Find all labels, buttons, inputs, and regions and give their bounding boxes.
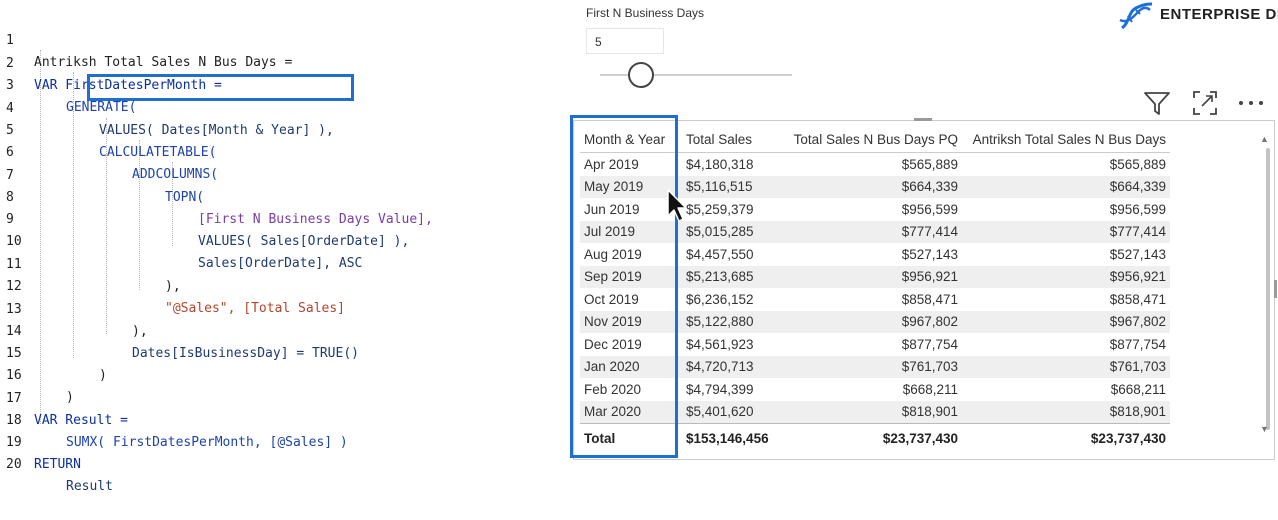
code-line[interactable]: 18 SUMX( FirstDatesPerMonth, [@Sales] )	[0, 388, 348, 450]
code-text: Dates[IsBusinessDay] = TRUE()	[132, 346, 359, 361]
table-cell: $4,561,923	[686, 336, 754, 352]
column-header[interactable]: Antriksh Total Sales N Bus Days	[962, 126, 1170, 153]
table-cell: $761,703	[962, 355, 1170, 378]
column-highlight-box	[570, 115, 678, 458]
code-text: Sales[OrderDate], ASC	[198, 256, 363, 271]
code-text: [First N Business Days Value],	[198, 212, 433, 227]
filter-icon[interactable]	[1142, 88, 1172, 118]
table-cell: $527,143	[901, 246, 958, 262]
table-cell: $877,754	[901, 336, 958, 352]
table-cell: $956,599	[901, 201, 958, 217]
total-cell: $23,737,430	[962, 423, 1170, 452]
table-cell: $956,921	[962, 265, 1170, 288]
code-text: VALUES( Sales[OrderDate] ),	[198, 234, 410, 249]
logo-text: ENTERPRISE DN	[1160, 6, 1278, 23]
code-line[interactable]: 11 ),	[0, 232, 181, 294]
table-cell: $858,471	[1109, 291, 1166, 307]
code-text: ),	[132, 324, 148, 339]
table-cell: $565,889	[1109, 156, 1166, 172]
table-cell: $5,401,620	[682, 400, 788, 424]
code-text: "@Sales", [Total Sales]	[165, 301, 346, 316]
table-cell: $4,794,399	[686, 381, 754, 397]
code-text: )	[66, 390, 74, 405]
slicer-value-input[interactable]: 5	[586, 28, 664, 54]
column-header[interactable]: Total Sales	[682, 126, 788, 153]
code-text: VALUES( Dates[Month & Year] ),	[99, 123, 334, 138]
table-cell: $777,414	[788, 220, 962, 243]
table-cell: $668,211	[902, 381, 958, 397]
table-cell: $664,339	[962, 175, 1170, 198]
dax-editor[interactable]: 1 Antriksh Total Sales N Bus Days = 2 VA…	[0, 0, 565, 494]
table-cell: $5,213,685	[682, 265, 788, 288]
table-cell: $818,901	[788, 400, 962, 424]
mouse-cursor-icon	[667, 189, 687, 222]
table-cell: $4,457,550	[686, 246, 754, 262]
code-highlight-box	[87, 74, 354, 101]
table-cell: $4,720,713	[682, 355, 788, 378]
code-line[interactable]: 10 Sales[OrderDate], ASC	[0, 209, 362, 271]
code-line[interactable]: 12 "@Sales", [Total Sales]	[0, 254, 345, 316]
code-text: CALCULATETABLE(	[99, 145, 217, 160]
table-cell: $967,802	[788, 310, 962, 333]
more-options-icon[interactable]	[1236, 88, 1266, 118]
slider-handle[interactable]	[628, 62, 654, 88]
table-cell: $777,414	[962, 220, 1170, 243]
total-cell: $23,737,430	[788, 423, 962, 452]
code-text: ),	[165, 279, 181, 294]
table-cell: $527,143	[1109, 246, 1166, 262]
table-cell: $761,703	[788, 355, 962, 378]
code-text: VAR Result =	[34, 413, 128, 428]
resize-grip-right[interactable]	[1274, 280, 1277, 298]
code-line[interactable]: 13 ),	[0, 277, 148, 339]
table-cell: $664,339	[788, 175, 962, 198]
code-line[interactable]: 5 CALCULATETABLE(	[0, 98, 216, 160]
column-header[interactable]: Total Sales N Bus Days PQ	[788, 126, 962, 153]
code-line[interactable]: 9 VALUES( Sales[OrderDate] ),	[0, 187, 409, 249]
table-cell: $5,116,515	[682, 175, 788, 198]
scroll-up-icon[interactable]: ▲	[1260, 134, 1269, 144]
resize-grip-top[interactable]	[914, 118, 932, 121]
table-cell: $565,889	[901, 156, 958, 172]
table-cell: $5,122,880	[682, 310, 788, 333]
code-line[interactable]: 2 VAR FirstDatesPerMonth =	[0, 31, 222, 93]
code-text: ADDCOLUMNS(	[132, 167, 219, 182]
scroll-down-icon[interactable]: ▼	[1260, 424, 1269, 434]
code-text: Result	[66, 479, 113, 494]
table-cell: $956,921	[788, 265, 962, 288]
code-line[interactable]: 16 )	[0, 343, 74, 405]
table-cell: $877,754	[1109, 336, 1166, 352]
table-cell: $956,599	[1109, 201, 1166, 217]
code-text: )	[99, 368, 107, 383]
table-cell: $5,259,379	[686, 201, 754, 217]
line-number: 20	[6, 457, 22, 472]
code-text: RETURN	[34, 457, 81, 472]
table-cell: $4,180,318	[686, 156, 754, 172]
code-line[interactable]: 4 VALUES( Dates[Month & Year] ),	[0, 76, 334, 138]
code-line[interactable]: 3 GENERATE(	[0, 53, 136, 115]
table-cell: $6,236,152	[686, 291, 754, 307]
code-line[interactable]: 20 Result	[0, 432, 113, 494]
code-line[interactable]: 14 Dates[IsBusinessDay] = TRUE()	[0, 299, 359, 361]
slicer-title: First N Business Days	[586, 6, 705, 20]
focus-mode-icon[interactable]	[1190, 88, 1220, 118]
code-text: SUMX( FirstDatesPerMonth, [@Sales] )	[66, 435, 348, 450]
code-line[interactable]: 6 ADDCOLUMNS(	[0, 120, 218, 182]
code-line[interactable]: 1 Antriksh Total Sales N Bus Days =	[0, 8, 292, 70]
code-text: Antriksh Total Sales N Bus Days =	[34, 55, 293, 70]
table-cell: $967,802	[962, 310, 1170, 333]
table-scrollbar[interactable]	[1266, 148, 1270, 430]
code-line[interactable]: 7 TOPN(	[0, 143, 204, 205]
table-cell: $668,211	[1110, 381, 1166, 397]
table-cell: $818,901	[962, 400, 1170, 424]
table-cell: $858,471	[901, 291, 958, 307]
table-cell: $5,015,285	[682, 220, 788, 243]
code-line[interactable]: 19 RETURN	[0, 410, 81, 472]
code-line[interactable]: 15 )	[0, 321, 107, 383]
code-line[interactable]: 8 [First N Business Days Value],	[0, 165, 433, 227]
total-cell: $153,146,456	[682, 423, 788, 452]
enterprise-dna-logo-icon	[1119, 2, 1153, 30]
code-line[interactable]: 17 VAR Result =	[0, 366, 128, 428]
code-text: TOPN(	[165, 190, 205, 205]
indent-guide	[40, 50, 41, 424]
